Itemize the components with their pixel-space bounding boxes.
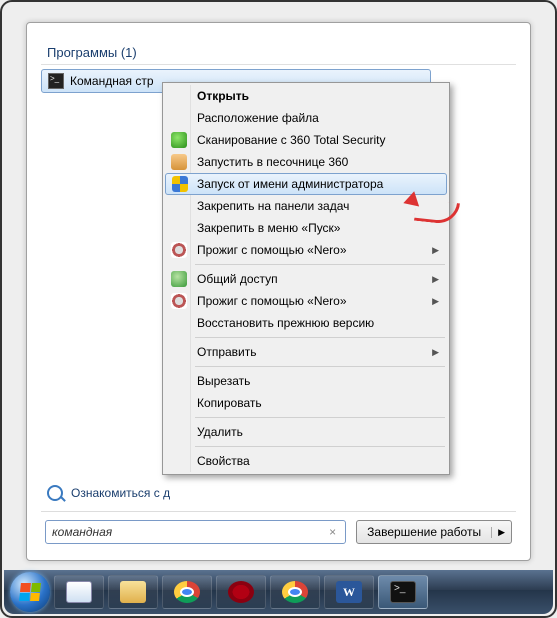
taskbar-word[interactable]: [324, 575, 374, 609]
cmd-icon: [390, 581, 416, 603]
separator: [195, 264, 445, 265]
separator: [195, 366, 445, 367]
ctx-sandbox-360[interactable]: Запустить в песочнице 360: [165, 151, 447, 173]
panel-app-icon: [66, 581, 92, 603]
chrome-icon: [282, 581, 308, 603]
submenu-arrow-icon: ▶: [432, 245, 439, 256]
sharing-icon: [171, 271, 187, 287]
uac-shield-icon: [172, 176, 188, 192]
ctx-pin-taskbar[interactable]: Закрепить на панели задач: [165, 195, 447, 217]
disc-icon: [171, 293, 187, 309]
taskbar-opera[interactable]: [216, 575, 266, 609]
ctx-file-location[interactable]: Расположение файла: [165, 107, 447, 129]
ctx-send-to[interactable]: Отправить▶: [165, 341, 447, 363]
opera-icon: [228, 581, 254, 603]
taskbar-cmd[interactable]: [378, 575, 428, 609]
ctx-open[interactable]: Открыть: [165, 85, 447, 107]
ctx-sharing[interactable]: Общий доступ▶: [165, 268, 447, 290]
separator: [195, 417, 445, 418]
ctx-burn-nero[interactable]: Прожиг с помощью «Nero»▶: [165, 239, 447, 261]
clear-search-icon[interactable]: ×: [326, 525, 339, 539]
start-button[interactable]: [10, 572, 50, 612]
search-icon: [47, 485, 63, 501]
shutdown-more-icon[interactable]: ▶: [491, 527, 511, 538]
ctx-scan-360[interactable]: Сканирование с 360 Total Security: [165, 129, 447, 151]
separator: [195, 337, 445, 338]
disc-icon: [171, 242, 187, 258]
submenu-arrow-icon: ▶: [432, 347, 439, 358]
submenu-arrow-icon: ▶: [432, 274, 439, 285]
cmd-icon: [48, 73, 64, 89]
context-menu: Открыть Расположение файла Сканирование …: [162, 82, 450, 475]
explorer-icon: [120, 581, 146, 603]
search-input[interactable]: [52, 525, 326, 539]
see-more-label: Ознакомиться с д: [71, 486, 170, 500]
ctx-burn-nero-2[interactable]: Прожиг с помощью «Nero»▶: [165, 290, 447, 312]
see-more-results[interactable]: Ознакомиться с д: [41, 479, 516, 511]
taskbar-explorer[interactable]: [108, 575, 158, 609]
start-menu-bottom-bar: × Завершение работы ▶: [41, 511, 516, 550]
taskbar-panel-app[interactable]: [54, 575, 104, 609]
taskbar: [4, 570, 553, 614]
taskbar-chrome[interactable]: [162, 575, 212, 609]
shutdown-label: Завершение работы: [357, 525, 491, 539]
results-group-header: Программы (1): [41, 33, 516, 62]
ctx-delete[interactable]: Удалить: [165, 421, 447, 443]
ctx-properties[interactable]: Свойства: [165, 450, 447, 472]
chrome-icon: [174, 581, 200, 603]
shield-green-icon: [171, 132, 187, 148]
windows-logo-icon: [19, 583, 41, 601]
word-icon: [336, 581, 362, 603]
ctx-pin-start[interactable]: Закрепить в меню «Пуск»: [165, 217, 447, 239]
shutdown-button[interactable]: Завершение работы ▶: [356, 520, 512, 544]
submenu-arrow-icon: ▶: [432, 296, 439, 307]
search-result-label: Командная стр: [70, 74, 154, 88]
ctx-cut[interactable]: Вырезать: [165, 370, 447, 392]
ctx-copy[interactable]: Копировать: [165, 392, 447, 414]
ctx-restore-prev[interactable]: Восстановить прежнюю версию: [165, 312, 447, 334]
divider: [41, 64, 516, 65]
sandbox-icon: [171, 154, 187, 170]
taskbar-chrome-2[interactable]: [270, 575, 320, 609]
ctx-run-as-admin[interactable]: Запуск от имени администратора: [165, 173, 447, 195]
separator: [195, 446, 445, 447]
start-search-box[interactable]: ×: [45, 520, 346, 544]
